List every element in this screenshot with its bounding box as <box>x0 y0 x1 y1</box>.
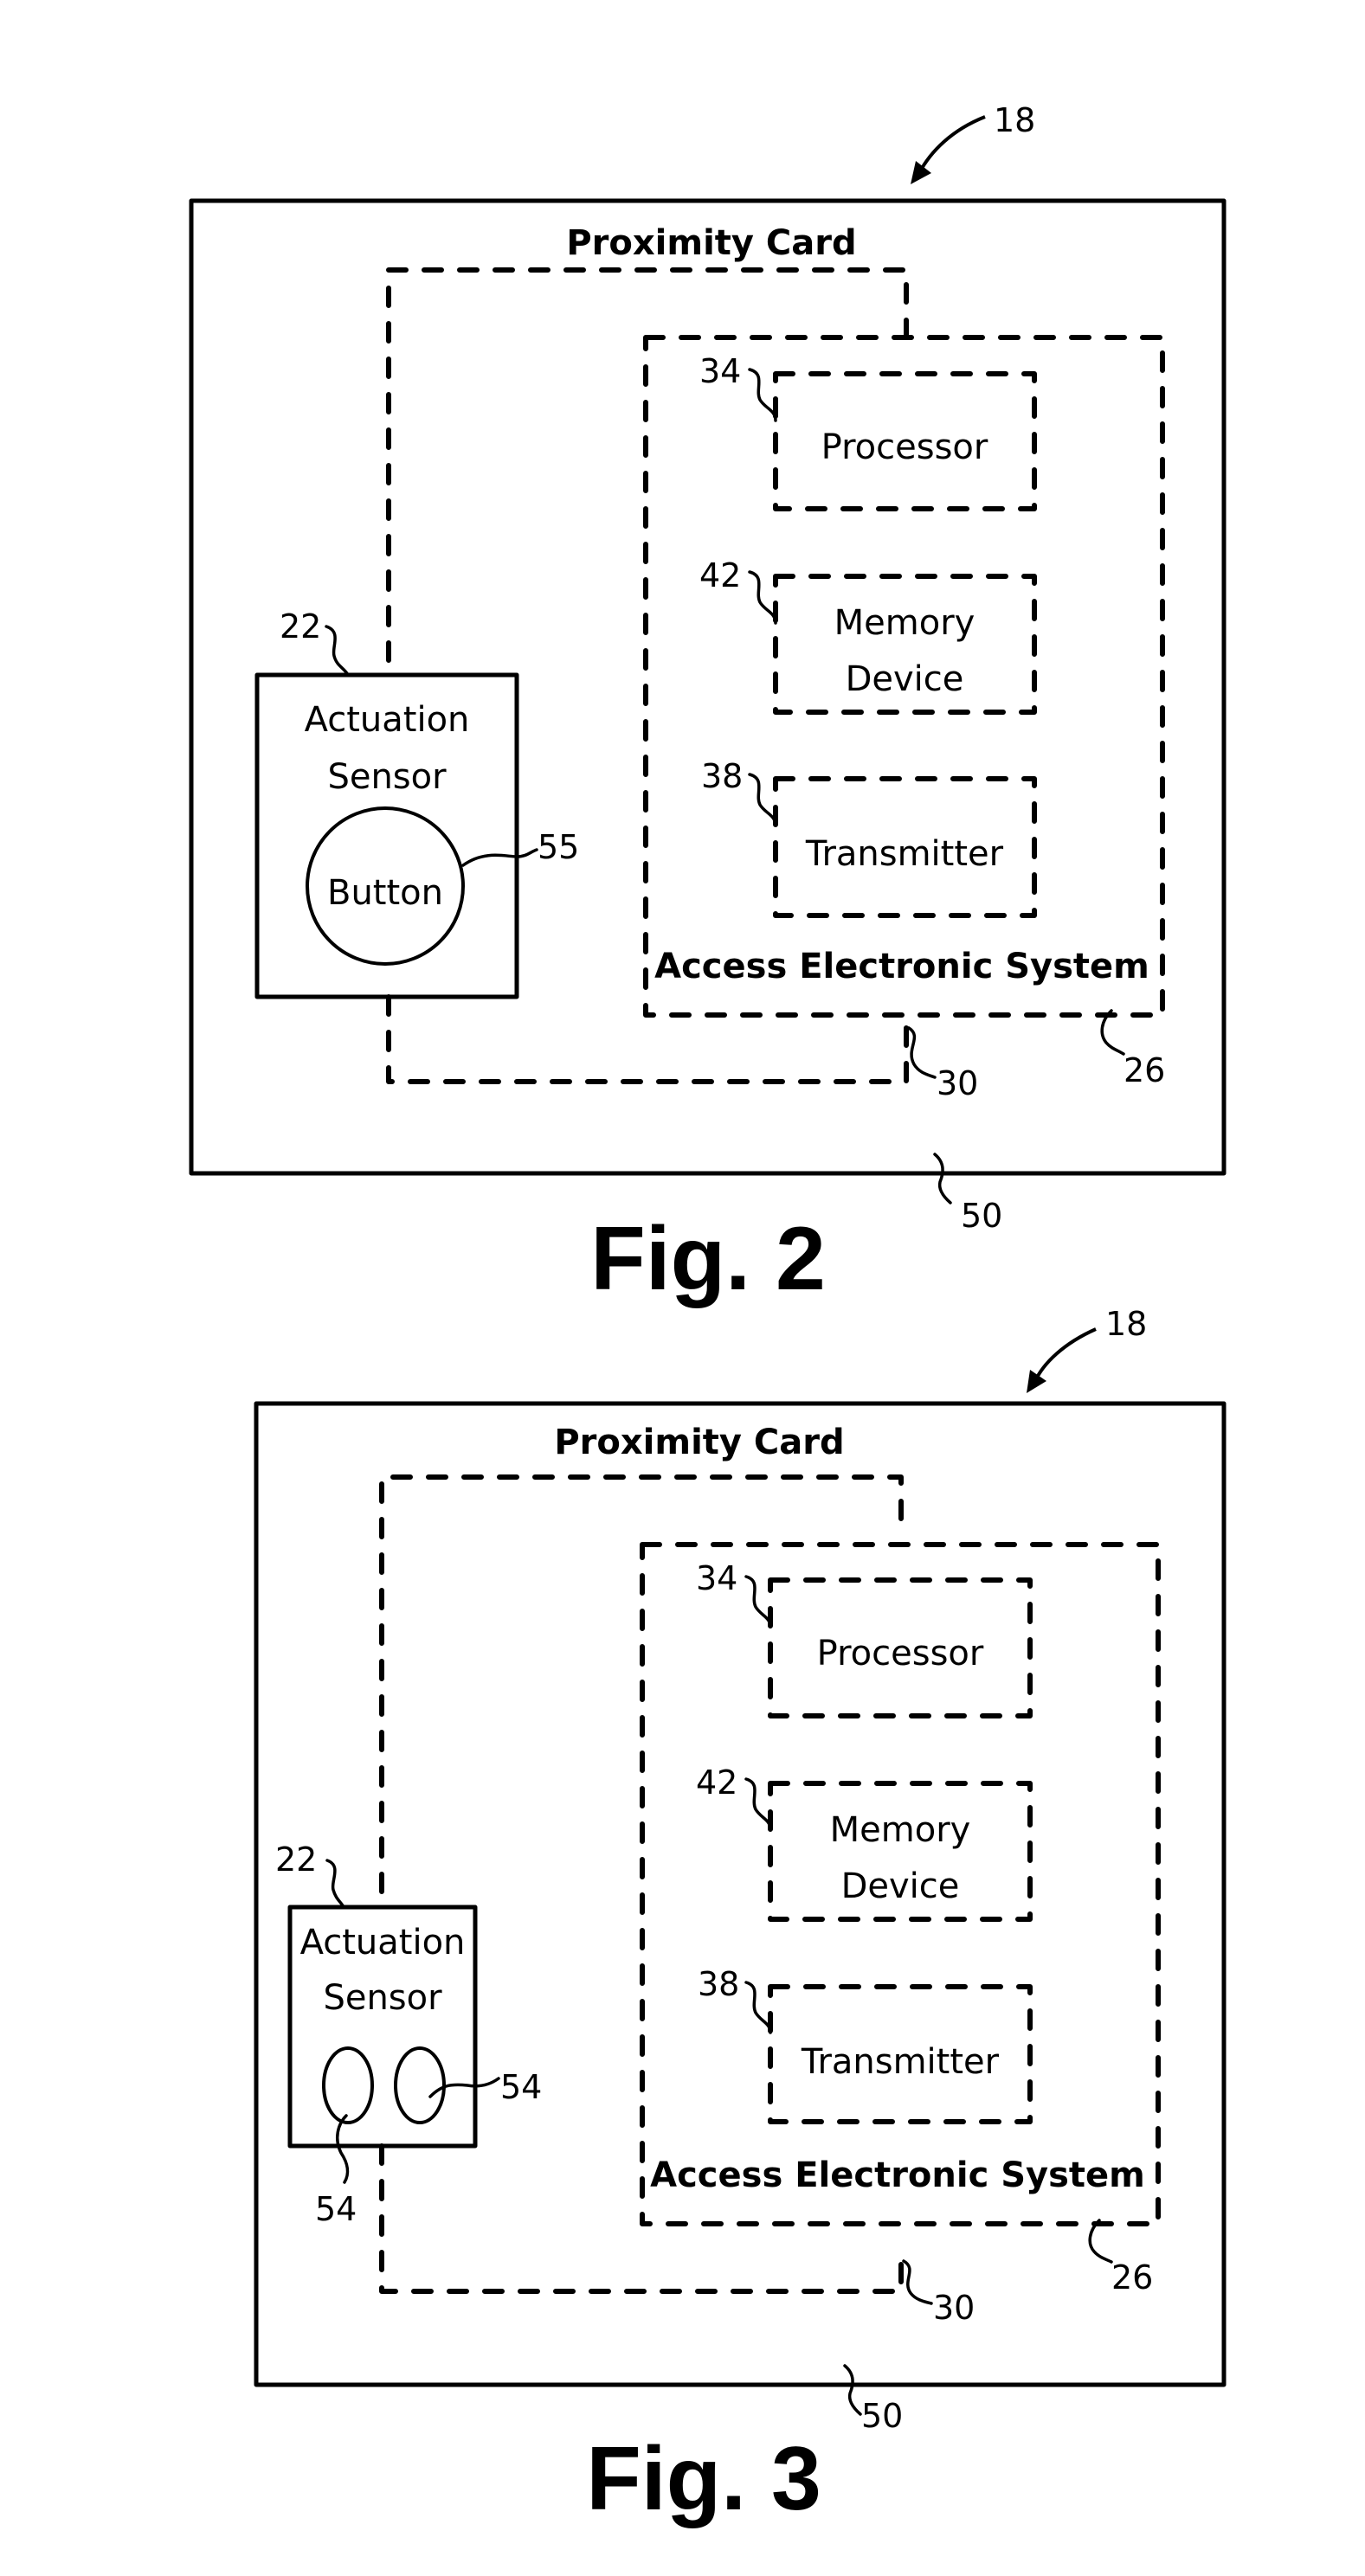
leader-50 <box>933 1153 952 1204</box>
leader-38 <box>744 1981 772 2034</box>
actuation-sensor-label-line2: Sensor <box>327 757 447 797</box>
leader-55 <box>461 848 538 867</box>
ref-label-50: 50 <box>961 1197 1002 1235</box>
access-system-label: Access Electronic System <box>654 947 1149 986</box>
proximity-card-label: Proximity Card <box>566 223 856 263</box>
figure-caption: Fig. 2 <box>590 1209 826 1309</box>
ref-label-50: 50 <box>861 2397 903 2435</box>
leader-22 <box>325 1859 345 1909</box>
ref-label-22: 22 <box>280 607 321 646</box>
transmitter-label: Transmitter <box>801 2042 1000 2082</box>
memory-label-line1: Memory <box>834 603 975 643</box>
memory-label-line1: Memory <box>830 1810 971 1850</box>
arrowhead-icon <box>911 161 931 184</box>
figure-2: 18 Proximity Card Access Electronic Syst… <box>189 101 1227 1309</box>
ref-label-18: 18 <box>994 101 1035 139</box>
memory-label-line2: Device <box>846 659 964 699</box>
actuation-sensor-label-line1: Actuation <box>305 700 470 740</box>
reference-arrow-18 <box>1033 1327 1097 1384</box>
leader-34 <box>748 368 777 422</box>
leader-30 <box>907 1026 937 1079</box>
leader-54-left <box>336 2114 350 2184</box>
ref-label-34: 34 <box>699 352 741 390</box>
proximity-card-label: Proximity Card <box>554 1423 844 1462</box>
ref-label-42: 42 <box>696 1763 737 1802</box>
leader-26 <box>1088 2219 1113 2264</box>
ref-label-38: 38 <box>698 1965 739 2003</box>
button-label: Button <box>327 873 443 913</box>
ref-label-26: 26 <box>1111 2258 1153 2297</box>
leader-34 <box>744 1575 772 1628</box>
ref-label-38: 38 <box>701 757 743 795</box>
leader-38 <box>748 773 777 827</box>
ref-label-42: 42 <box>699 556 741 594</box>
patent-drawing-sheet: 18 Proximity Card Access Electronic Syst… <box>189 101 1227 2529</box>
memory-label-line2: Device <box>841 1866 960 1906</box>
ref-label-54-left: 54 <box>315 2190 357 2228</box>
figure-caption: Fig. 3 <box>586 2429 821 2529</box>
ref-label-26: 26 <box>1124 1051 1165 1089</box>
actuation-sensor-label-line2: Sensor <box>323 1978 442 2018</box>
processor-label: Processor <box>821 427 988 467</box>
processor-label: Processor <box>817 1634 984 1673</box>
access-system-label: Access Electronic System <box>650 2155 1145 2195</box>
ref-label-54-right: 54 <box>500 2068 542 2106</box>
leader-54-right <box>428 2077 500 2098</box>
leader-42 <box>744 1777 772 1831</box>
leader-50 <box>843 2364 862 2416</box>
proximity-card-body <box>189 198 1227 1176</box>
leader-22 <box>325 625 350 677</box>
ref-label-30: 30 <box>933 2289 975 2327</box>
ref-label-30: 30 <box>937 1064 978 1102</box>
contact-right-oval <box>394 2046 446 2124</box>
figure-3: 18 Proximity Card Access Electronic Syst… <box>254 1305 1227 2529</box>
ref-label-18: 18 <box>1105 1305 1147 1343</box>
reference-arrow-18 <box>918 115 986 174</box>
ref-label-55: 55 <box>538 828 579 866</box>
transmitter-label: Transmitter <box>805 834 1004 874</box>
leader-30 <box>902 2259 933 2305</box>
leader-42 <box>748 570 777 625</box>
contact-left-oval <box>322 2046 374 2124</box>
proximity-card-body <box>254 1401 1227 2387</box>
actuation-sensor-label-line1: Actuation <box>300 1923 466 1963</box>
ref-label-34: 34 <box>696 1559 737 1597</box>
arrowhead-icon <box>1027 1370 1046 1393</box>
ref-label-22: 22 <box>275 1840 317 1879</box>
